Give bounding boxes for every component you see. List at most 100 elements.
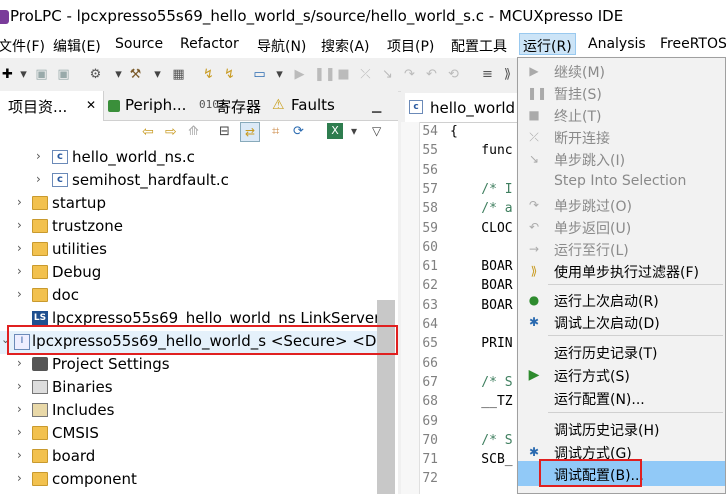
menu-search[interactable]: 搜索(A) — [321, 36, 370, 56]
menu-item-run-to-line[interactable]: → 运行至行(L) — [518, 238, 725, 260]
code-line: BOAR — [450, 298, 513, 313]
resume-icon: ▶ — [529, 64, 539, 78]
link-editor-icon[interactable]: ⇄ — [240, 122, 260, 142]
menu-item-resume[interactable]: ▶ 继续(M) — [518, 60, 725, 82]
tree-item-startup[interactable]: › startup — [0, 193, 398, 216]
menu-item-step-into-selection[interactable]: Step Into Selection — [518, 171, 725, 193]
menu-edit[interactable]: 编辑(E) — [53, 36, 101, 56]
expand-arrow-icon[interactable]: › — [17, 471, 22, 485]
save-all-icon[interactable]: ▣ — [56, 67, 71, 82]
menu-item-step-over[interactable]: ↷ 单步跳过(O) — [518, 194, 725, 216]
clean-all-icon[interactable]: ↯ — [222, 67, 237, 82]
dropdown-arrow-icon[interactable]: ▾ — [272, 67, 287, 82]
menu-config-tools[interactable]: 配置工具 — [451, 36, 507, 56]
tree-item-project-settings[interactable]: › Project Settings — [0, 354, 398, 377]
expand-arrow-icon[interactable]: › — [17, 379, 22, 393]
menu-item-step-return[interactable]: ↶ 单步返回(U) — [518, 216, 725, 238]
back-arrow-icon[interactable]: ⇦ — [142, 124, 154, 140]
view-menu-icon[interactable]: ▽ — [372, 124, 381, 138]
menu-source[interactable]: Source — [115, 36, 163, 52]
tree-item-hello-world-ns-c[interactable]: › c hello_world_ns.c — [0, 147, 398, 170]
menu-item-run-last-launch[interactable]: ● 运行上次启动(R) — [518, 289, 725, 311]
code-line: __TZ — [450, 394, 513, 409]
tab-hello-world-s-c[interactable]: c hello_world — [405, 93, 525, 122]
build-icon[interactable]: ⌗ — [272, 124, 279, 139]
menu-item-debug-last-launch[interactable]: ✱ 调试上次启动(D) — [518, 311, 725, 333]
tab-registers[interactable]: 寄存器 — [216, 96, 261, 117]
restart-icon[interactable]: ⟲ — [446, 67, 461, 82]
line-number: 55 — [422, 143, 438, 158]
tree-item-trustzone[interactable]: › trustzone — [0, 216, 398, 239]
tree-item-debug[interactable]: › Debug — [0, 262, 398, 285]
menu-item-run-configurations[interactable]: 运行配置(N)... — [518, 387, 725, 409]
build-hammer-icon[interactable]: ⚒ — [128, 67, 143, 82]
refresh-icon[interactable]: ⟳ — [293, 124, 304, 139]
dropdown-arrow-icon[interactable]: ▾ — [351, 124, 357, 138]
dropdown-arrow-icon[interactable]: ▾ — [150, 67, 165, 82]
build-config-icon[interactable]: ▦ — [171, 67, 186, 82]
menu-project[interactable]: 项目(P) — [387, 36, 434, 56]
code-line: BOAR — [450, 259, 513, 274]
new-icon[interactable]: ✚ — [0, 67, 15, 82]
menu-separator — [548, 412, 723, 413]
menu-refactor[interactable]: Refactor — [180, 36, 239, 52]
tree-item-semihost-hardfault-c[interactable]: › c semihost_hardfault.c — [0, 170, 398, 193]
excel-icon[interactable]: X — [327, 123, 343, 139]
dropdown-arrow-icon[interactable]: ▾ — [111, 67, 126, 82]
tree-item-includes[interactable]: › Includes — [0, 400, 398, 423]
expand-arrow-icon[interactable]: › — [17, 218, 22, 232]
menu-item-suspend[interactable]: ❚❚ 暂挂(S) — [518, 82, 725, 104]
filter-icon[interactable]: ≡ — [480, 67, 495, 82]
menu-item-debug-history[interactable]: 调试历史记录(H) — [518, 418, 725, 440]
save-icon[interactable]: ▣ — [34, 67, 49, 82]
collapse-all-icon[interactable]: ⊟ — [219, 124, 230, 139]
close-icon[interactable]: ✕ — [86, 98, 96, 112]
tab-faults[interactable]: Faults — [291, 96, 335, 114]
menu-item-run-as[interactable]: ▶ 运行方式(S) — [518, 364, 725, 386]
debug-bug-icon: ✱ — [528, 445, 540, 459]
expand-arrow-icon[interactable]: › — [17, 287, 22, 301]
step-into-icon[interactable]: ↘ — [380, 67, 395, 82]
settings-icon[interactable]: ⚙ — [88, 67, 103, 82]
menu-analysis[interactable]: Analysis — [588, 36, 646, 52]
tree-item-component[interactable]: › component — [0, 469, 398, 492]
pause-icon[interactable]: ❚❚ — [314, 67, 336, 82]
menu-file[interactable]: 文件(F) — [0, 36, 45, 56]
step-over-icon[interactable]: ↷ — [402, 67, 417, 82]
debug-window-icon[interactable]: ▭ — [252, 67, 267, 82]
tree-item-utilities[interactable]: › utilities — [0, 239, 398, 262]
tree-item-binaries[interactable]: › Binaries — [0, 377, 398, 400]
menu-item-use-step-filters[interactable]: ⟫ 使用单步执行过滤器(F) — [518, 260, 725, 282]
menu-item-terminate[interactable]: ■ 终止(T) — [518, 104, 725, 126]
expand-arrow-icon[interactable]: › — [17, 448, 22, 462]
forward-arrow-icon[interactable]: ⇨ — [165, 124, 177, 140]
clean-icon[interactable]: ↯ — [201, 67, 216, 82]
tree-item-doc[interactable]: › doc — [0, 285, 398, 308]
expand-arrow-icon[interactable]: › — [17, 264, 22, 278]
tree-item-cmsis[interactable]: › CMSIS — [0, 423, 398, 446]
expand-arrow-icon[interactable]: › — [17, 425, 22, 439]
minimize-icon[interactable]: ▁ — [372, 99, 381, 113]
resume-icon[interactable]: ▶ — [292, 67, 307, 82]
tab-project-explorer[interactable]: 项目资... ✕ — [0, 91, 104, 121]
code-line: SCB_ — [450, 452, 513, 467]
expand-arrow-icon[interactable]: › — [17, 195, 22, 209]
menu-run[interactable]: 运行(R) — [519, 33, 576, 55]
up-icon[interactable]: ⟰ — [188, 124, 199, 139]
step-filter-icon[interactable]: ⟫ — [500, 67, 515, 82]
disconnect-icon[interactable]: ⤫ — [358, 67, 373, 82]
menu-item-run-history[interactable]: 运行历史记录(T) — [518, 341, 725, 363]
stop-icon[interactable]: ■ — [336, 67, 351, 82]
step-return-icon[interactable]: ↶ — [424, 67, 439, 82]
menu-item-step-into[interactable]: ↘ 单步跳入(I) — [518, 148, 725, 170]
expand-arrow-icon[interactable]: › — [17, 402, 22, 416]
expand-arrow-icon[interactable]: › — [17, 241, 22, 255]
menu-navigate[interactable]: 导航(N) — [257, 36, 306, 56]
tree-item-board[interactable]: › board — [0, 446, 398, 469]
tab-peripherals[interactable]: Periph... — [125, 96, 186, 114]
left-tab-bar: 项目资... ✕ Periph... 0101 寄存器 ⚠ Faults ▁ — [0, 91, 398, 121]
expand-arrow-icon[interactable]: › — [17, 356, 22, 370]
menu-freertos[interactable]: FreeRTOS — [660, 36, 726, 52]
dropdown-arrow-icon[interactable]: ▾ — [16, 67, 31, 82]
menu-item-disconnect[interactable]: ⤫ 断开连接 — [518, 126, 725, 148]
